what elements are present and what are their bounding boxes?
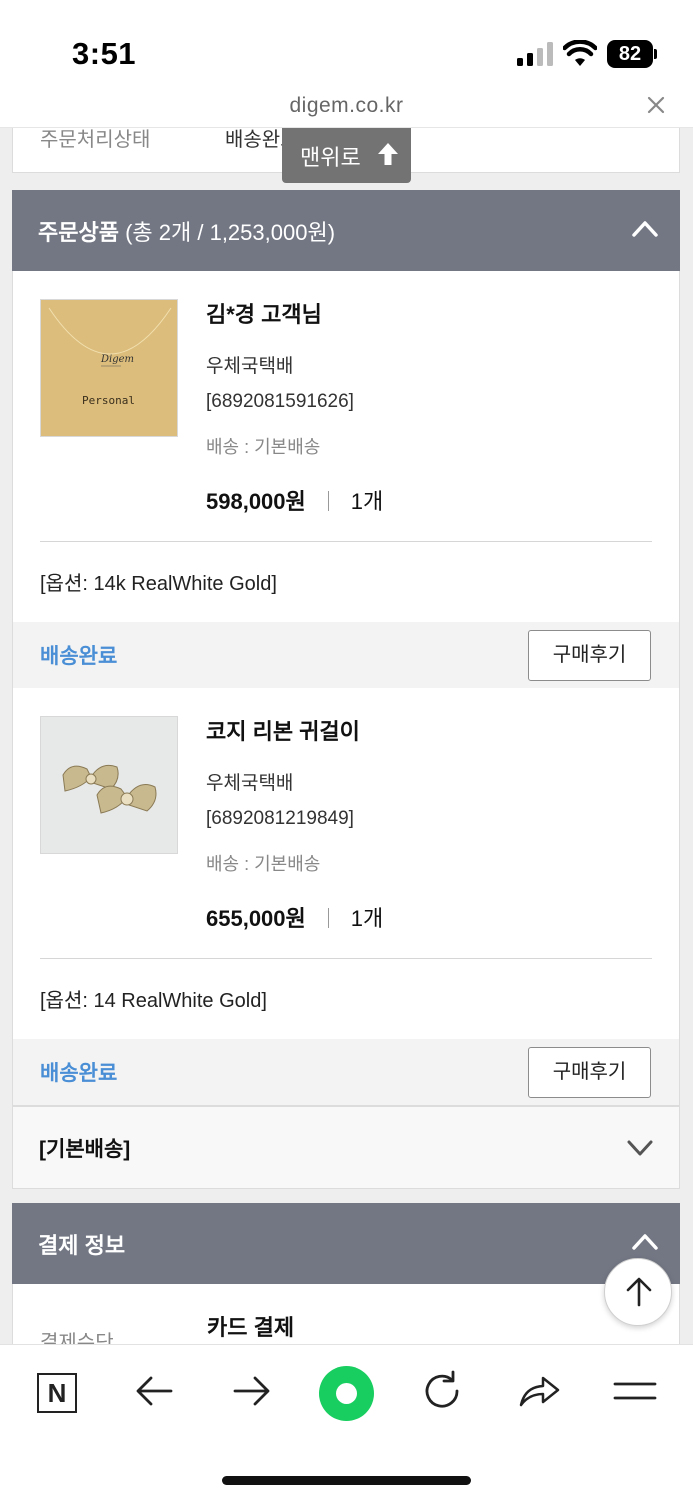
delivery-status-row: 배송완료 구매후기 bbox=[13, 622, 679, 689]
price-row: 598,000원 1개 bbox=[206, 484, 383, 516]
cellular-signal-icon bbox=[517, 42, 553, 66]
shipping-type: 배송 : 기본배송 bbox=[206, 854, 321, 874]
order-items-header[interactable]: 주문상품 (총 2개 / 1,253,000원) bbox=[12, 190, 680, 271]
page-content: 주문처리상태 배송완료 맨위로 주문상품 (총 2개 / 1,253,000원)… bbox=[0, 128, 693, 1344]
necklace-image: Digem Personal bbox=[41, 300, 177, 436]
price-divider bbox=[327, 491, 329, 511]
payment-info-header[interactable]: 결제 정보 bbox=[12, 1203, 680, 1284]
chevron-down-icon[interactable] bbox=[627, 1139, 653, 1157]
wifi-icon bbox=[563, 40, 597, 66]
order-status-label: 주문처리상태 bbox=[40, 129, 151, 151]
battery-icon: 82 bbox=[607, 40, 657, 68]
scroll-to-top-label: 맨위로 bbox=[300, 145, 361, 170]
forward-icon[interactable] bbox=[229, 1369, 273, 1413]
scroll-to-top-button[interactable] bbox=[604, 1258, 672, 1326]
url-text[interactable]: digem.co.kr bbox=[0, 94, 693, 118]
status-time: 3:51 bbox=[72, 36, 137, 71]
reload-icon[interactable] bbox=[420, 1369, 464, 1413]
write-review-button[interactable]: 구매후기 bbox=[528, 1047, 651, 1098]
product-option: [옵션: 14k RealWhite Gold] bbox=[40, 573, 277, 595]
share-icon[interactable] bbox=[517, 1369, 561, 1413]
write-review-button[interactable]: 구매후기 bbox=[528, 630, 651, 681]
product-price: 655,000원 bbox=[206, 906, 306, 931]
tracking-number[interactable]: [6892081591626] bbox=[206, 391, 354, 413]
tracking-number[interactable]: [6892081219849] bbox=[206, 808, 354, 830]
product-name[interactable]: 김*경 고객님 bbox=[206, 297, 322, 329]
delivery-status-row: 배송완료 구매후기 bbox=[13, 1039, 679, 1106]
basic-shipping-toggle[interactable]: [기본배송] bbox=[12, 1106, 680, 1189]
shipping-type: 배송 : 기본배송 bbox=[206, 437, 321, 457]
naver-home-icon[interactable]: N bbox=[37, 1373, 77, 1413]
status-bar: 3:51 82 bbox=[0, 0, 693, 90]
product-quantity: 1개 bbox=[350, 906, 384, 931]
payment-method-value: 카드 결제 bbox=[207, 1315, 295, 1340]
basic-shipping-title: [기본배송] bbox=[39, 1138, 131, 1161]
chevron-up-icon[interactable] bbox=[632, 218, 658, 238]
chevron-up-icon[interactable] bbox=[632, 1231, 658, 1251]
arrow-up-icon bbox=[378, 143, 398, 165]
menu-icon[interactable] bbox=[613, 1369, 657, 1413]
product-thumbnail[interactable] bbox=[40, 716, 178, 854]
earring-image bbox=[41, 717, 177, 853]
close-icon[interactable] bbox=[645, 94, 667, 116]
divider bbox=[40, 958, 652, 959]
courier-name: 우체국택배 bbox=[206, 356, 294, 377]
thumb-brand-text: Digem bbox=[100, 354, 134, 365]
product-option: [옵션: 14 RealWhite Gold] bbox=[40, 990, 267, 1012]
thumb-text: Personal bbox=[82, 394, 135, 407]
green-dot-icon[interactable] bbox=[319, 1366, 374, 1421]
order-item: 코지 리본 귀걸이 우체국택배 [6892081219849] 배송 : 기본배… bbox=[12, 688, 680, 1106]
arrow-up-icon bbox=[626, 1277, 652, 1307]
divider bbox=[40, 541, 652, 542]
delivery-status: 배송완료 bbox=[40, 645, 118, 668]
home-indicator bbox=[222, 1476, 471, 1485]
courier-name: 우체국택배 bbox=[206, 773, 294, 794]
payment-method-label: 결제수단 bbox=[40, 1332, 114, 1344]
product-price: 598,000원 bbox=[206, 489, 306, 514]
payment-info-title: 결제 정보 bbox=[38, 1233, 126, 1258]
url-bar[interactable]: digem.co.kr bbox=[0, 90, 693, 128]
order-item: Digem Personal 김*경 고객님 우체국택배 [6892081591… bbox=[12, 271, 680, 689]
delivery-status: 배송완료 bbox=[40, 1062, 118, 1085]
browser-toolbar: N bbox=[0, 1344, 693, 1500]
order-items-summary: (총 2개 / 1,253,000원) bbox=[125, 220, 336, 245]
price-row: 655,000원 1개 bbox=[206, 901, 383, 933]
product-name[interactable]: 코지 리본 귀걸이 bbox=[206, 714, 360, 746]
scroll-to-top-chip[interactable]: 맨위로 bbox=[282, 128, 411, 183]
price-divider bbox=[327, 908, 329, 928]
product-quantity: 1개 bbox=[350, 489, 384, 514]
order-items-title: 주문상품 bbox=[38, 220, 119, 245]
back-icon[interactable] bbox=[133, 1369, 177, 1413]
product-thumbnail[interactable]: Digem Personal bbox=[40, 299, 178, 437]
payment-info-body: 결제수단 카드 결제 bbox=[12, 1284, 680, 1344]
battery-level: 82 bbox=[607, 40, 653, 68]
